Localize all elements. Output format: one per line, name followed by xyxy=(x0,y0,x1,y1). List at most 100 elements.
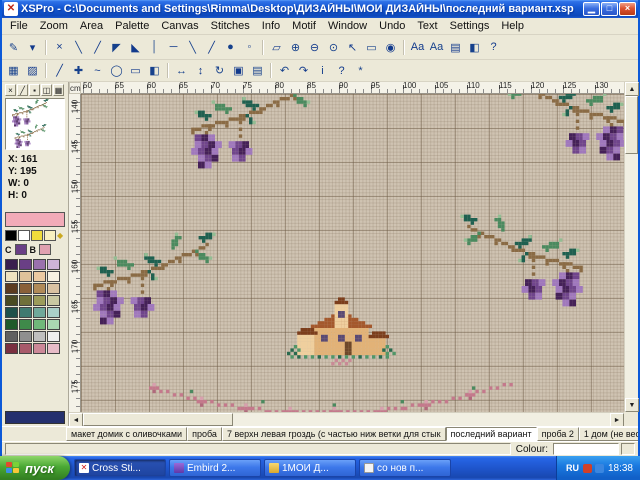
tool-eraser[interactable]: ▱ xyxy=(267,38,286,57)
palette-swatch[interactable] xyxy=(5,283,18,294)
taskbar-task[interactable]: Embird 2... xyxy=(169,459,261,477)
palette-swatch[interactable] xyxy=(5,271,18,282)
tool-backstitch-diag-right[interactable]: ╱ xyxy=(202,38,221,57)
tool-mirror-vertical[interactable]: ↕ xyxy=(191,62,210,79)
menu-undo[interactable]: Undo xyxy=(373,19,411,33)
menu-window[interactable]: Window xyxy=(322,19,373,33)
palette-swatch[interactable] xyxy=(19,343,32,354)
tool-text-small[interactable]: Aa xyxy=(427,38,446,57)
scroll-right-button[interactable]: ► xyxy=(610,413,624,427)
taskbar-task[interactable]: 1МОИ Д... xyxy=(264,459,356,477)
tool-color-picker[interactable]: ◉ xyxy=(381,38,400,57)
tool-halftone[interactable]: ◧ xyxy=(465,38,484,57)
mini-tool-full[interactable]: × xyxy=(5,84,16,96)
menu-motif[interactable]: Motif xyxy=(286,19,322,33)
menu-text[interactable]: Text xyxy=(411,19,443,33)
horizontal-scroll-track[interactable] xyxy=(233,413,610,426)
tool-half-stitch-left[interactable]: ╲ xyxy=(69,38,88,57)
tool-zoom[interactable]: ⊙ xyxy=(324,38,343,57)
palette-swatch[interactable] xyxy=(19,331,32,342)
pattern-tab[interactable]: 7 верхн левая гроздь (с частью ниж ветки… xyxy=(222,427,446,441)
maximize-button[interactable]: □ xyxy=(601,2,618,16)
pattern-tab[interactable]: макет домик с оливочками xyxy=(66,427,187,441)
backstitch-color-swatch[interactable] xyxy=(39,244,51,255)
menu-info[interactable]: Info xyxy=(256,19,286,33)
palette-swatch[interactable] xyxy=(19,295,32,306)
palette-swatch[interactable] xyxy=(47,343,60,354)
quick-color-swatch[interactable] xyxy=(31,230,43,241)
vertical-scroll-track[interactable] xyxy=(625,154,638,398)
tool-paste[interactable]: ▤ xyxy=(248,62,267,79)
mini-tool-grid[interactable]: ▦ xyxy=(53,84,64,96)
antivirus-icon[interactable] xyxy=(583,464,592,473)
tool-undo[interactable]: ↶ xyxy=(275,62,294,79)
minimize-button[interactable]: ▁ xyxy=(583,2,600,16)
menu-help[interactable]: Help xyxy=(495,19,530,33)
palette-swatch[interactable] xyxy=(33,295,46,306)
tool-cross[interactable]: ✚ xyxy=(69,62,88,79)
menu-zoom[interactable]: Zoom xyxy=(34,19,74,33)
language-indicator[interactable]: RU xyxy=(566,463,579,473)
quick-color-swatch[interactable] xyxy=(18,230,30,241)
palette-swatch[interactable] xyxy=(33,307,46,318)
tool-backstitch-horizontal[interactable]: ─ xyxy=(164,38,183,57)
tool-line[interactable]: ╱ xyxy=(50,62,69,79)
tool-rotate[interactable]: ↻ xyxy=(210,62,229,79)
palette-swatch[interactable] xyxy=(33,319,46,330)
palette-swatch[interactable] xyxy=(33,343,46,354)
start-button[interactable]: пуск xyxy=(0,456,70,480)
horizontal-scroll-thumb[interactable] xyxy=(83,413,233,426)
tool-zoom-out[interactable]: ⊖ xyxy=(305,38,324,57)
scroll-down-button[interactable]: ▼ xyxy=(625,398,639,412)
pattern-tab[interactable]: проба xyxy=(187,427,222,441)
palette-swatch[interactable] xyxy=(5,343,18,354)
tool-info[interactable]: i xyxy=(313,62,332,79)
tool-help[interactable]: ? xyxy=(484,38,503,57)
tool-curve[interactable]: ~ xyxy=(88,62,107,79)
tool-fill[interactable]: ◧ xyxy=(145,62,164,79)
scroll-left-button[interactable]: ◄ xyxy=(69,413,83,427)
selected-color-swatch[interactable] xyxy=(5,212,65,227)
tool-bead[interactable]: ◦ xyxy=(240,38,259,57)
background-color-swatch[interactable] xyxy=(5,411,65,424)
tool-rectangle[interactable]: ▭ xyxy=(126,62,145,79)
palette-swatch[interactable] xyxy=(19,319,32,330)
tool-backstitch-vertical[interactable]: │ xyxy=(145,38,164,57)
palette-swatch[interactable] xyxy=(5,295,18,306)
palette-swatch[interactable] xyxy=(19,259,32,270)
palette-swatch[interactable] xyxy=(5,307,18,318)
tool-half-stitch-right[interactable]: ╱ xyxy=(88,38,107,57)
menu-stitches[interactable]: Stitches xyxy=(205,19,256,33)
tool-zoom-in[interactable]: ⊕ xyxy=(286,38,305,57)
pattern-tab[interactable]: проба 2 xyxy=(537,427,579,441)
tool-pencil-dropdown[interactable]: ▾ xyxy=(23,38,42,57)
tool-french-knot[interactable]: ● xyxy=(221,38,240,57)
tool-quarter-stitch[interactable]: ◤ xyxy=(107,38,126,57)
palette-swatch[interactable] xyxy=(47,331,60,342)
palette-swatch[interactable] xyxy=(47,307,60,318)
menu-area[interactable]: Area xyxy=(74,19,109,33)
tool-backstitch-diag-left[interactable]: ╲ xyxy=(183,38,202,57)
tool-text[interactable]: Aa xyxy=(408,38,427,57)
taskbar-task[interactable]: со нов п... xyxy=(359,459,451,477)
mini-tool-petit[interactable]: ▪ xyxy=(29,84,40,96)
menu-canvas[interactable]: Canvas xyxy=(155,19,204,33)
tool-copy[interactable]: ▣ xyxy=(229,62,248,79)
palette-swatch[interactable] xyxy=(33,283,46,294)
palette-swatch[interactable] xyxy=(19,271,32,282)
tool-mirror-horizontal[interactable]: ↔ xyxy=(172,62,191,79)
tool-settings[interactable]: * xyxy=(351,62,370,79)
tool-grid-shade[interactable]: ▨ xyxy=(23,62,42,79)
palette-swatch[interactable] xyxy=(19,307,32,318)
tool-question[interactable]: ? xyxy=(332,62,351,79)
scroll-up-button[interactable]: ▲ xyxy=(625,82,639,96)
menu-file[interactable]: File xyxy=(4,19,34,33)
volume-icon[interactable] xyxy=(595,464,604,473)
pattern-tab[interactable]: 1 дом (не весь для стыковки) xyxy=(579,427,638,441)
tool-select[interactable]: ↖ xyxy=(343,38,362,57)
palette-swatch[interactable] xyxy=(47,283,60,294)
mini-tool-half[interactable]: ╱ xyxy=(17,84,28,96)
tool-redo[interactable]: ↷ xyxy=(294,62,313,79)
menu-palette[interactable]: Palette xyxy=(109,19,155,33)
tool-rect-select[interactable]: ▭ xyxy=(362,38,381,57)
